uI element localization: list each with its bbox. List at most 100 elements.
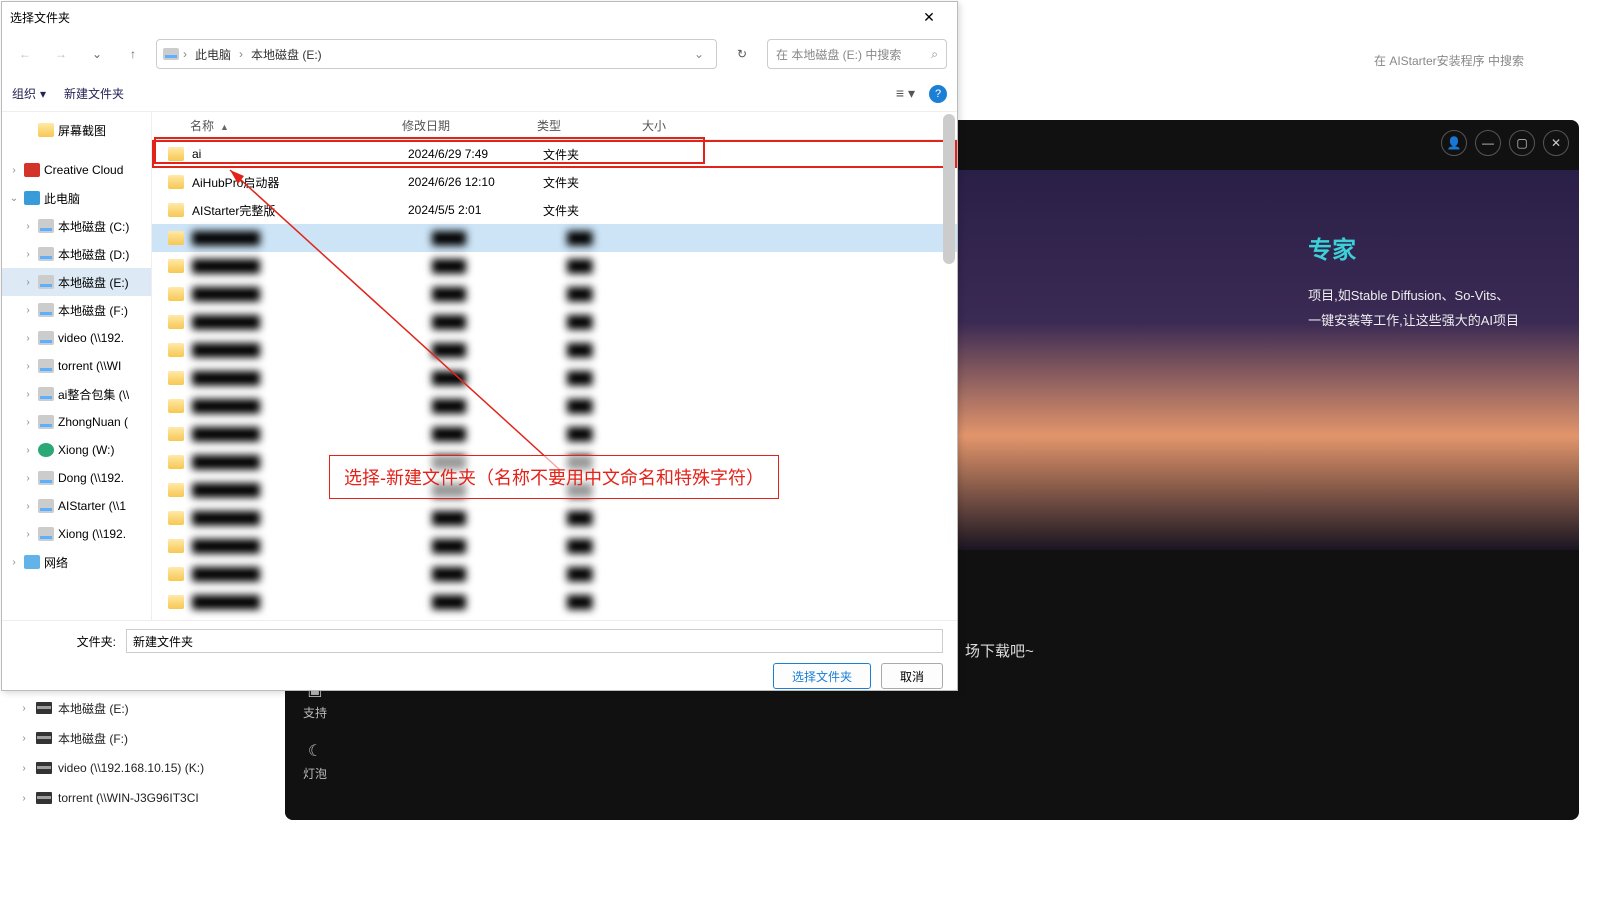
file-row[interactable]: AIStarter完整版 2024/5/5 2:01 文件夹 (152, 196, 957, 224)
column-headers[interactable]: 名称▲ 修改日期 类型 大小 (152, 112, 957, 140)
tree-label: 屏幕截图 (58, 122, 106, 139)
file-row[interactable]: ████████ ████ ███ (152, 504, 957, 532)
tree-item[interactable]: ›本地磁盘 (F:) (2, 296, 151, 324)
refresh-button[interactable]: ↻ (727, 39, 757, 69)
bg-search[interactable]: 在 AIStarter安装程序 中搜索 (1319, 45, 1579, 75)
help-button[interactable]: ? (929, 85, 947, 103)
nav-tree[interactable]: 屏幕截图›Creative Cloud⌄此电脑›本地磁盘 (C:)›本地磁盘 (… (2, 112, 152, 620)
tree-item[interactable]: ›AIStarter (\\1 (2, 492, 151, 520)
lamp-item[interactable]: ☾灯泡 (303, 741, 327, 782)
close-button[interactable]: ✕ (909, 2, 949, 32)
drive-icon (38, 415, 54, 429)
file-row[interactable]: ████████ ████ ███ (152, 308, 957, 336)
file-row[interactable]: ████████ ████ ███ (152, 588, 957, 616)
tree-item[interactable]: ›本地磁盘 (F:) (0, 723, 260, 753)
scroll-thumb[interactable] (943, 114, 955, 264)
file-list[interactable]: 名称▲ 修改日期 类型 大小 ai 2024/6/29 7:49 文件夹 AiH… (152, 112, 957, 620)
tree-item[interactable]: ›Xiong (W:) (2, 436, 151, 464)
drive-icon (38, 303, 54, 317)
maximize-icon[interactable]: ▢ (1509, 130, 1535, 156)
file-row[interactable]: AiHubPro启动器 2024/6/26 12:10 文件夹 (152, 168, 957, 196)
folder-icon (168, 343, 184, 357)
breadcrumb-segment[interactable]: 本地磁盘 (E:) (247, 46, 326, 63)
tree-item[interactable]: ›ZhongNuan ( (2, 408, 151, 436)
address-bar[interactable]: › 此电脑 › 本地磁盘 (E:) ⌄ (156, 39, 717, 69)
file-row[interactable]: ████████ ████ ███ (152, 392, 957, 420)
tree-item[interactable]: › 本地磁盘 (E:) (0, 693, 260, 723)
col-name[interactable]: 名称▲ (152, 117, 392, 134)
chevron-right-icon: › (183, 47, 187, 61)
drive-icon (38, 331, 54, 345)
scrollbar[interactable] (943, 114, 955, 618)
search-icon: ⌕ (931, 47, 938, 62)
tree-label: 本地磁盘 (E:) (58, 700, 129, 717)
file-name: AiHubPro启动器 (192, 174, 408, 191)
chevron-icon: › (22, 417, 34, 428)
file-row[interactable]: ████████ ████ ███ (152, 364, 957, 392)
tree-label: Xiong (\\192. (58, 527, 126, 541)
folder-icon (168, 567, 184, 581)
tree-item[interactable]: ›video (\\192.168.10.15) (K:) (0, 753, 260, 783)
folder-name-input[interactable] (126, 629, 943, 653)
tree-item[interactable]: ›video (\\192. (2, 324, 151, 352)
recent-dropdown[interactable]: ⌄ (84, 41, 110, 67)
cancel-button[interactable]: 取消 (881, 663, 943, 689)
hero-line: 项目,如Stable Diffusion、So-Vits、 (1308, 285, 1519, 304)
col-size[interactable]: 大小 (632, 117, 712, 134)
file-row[interactable]: ████████ ████ ███ (152, 252, 957, 280)
tree-item[interactable]: ›本地磁盘 (E:) (2, 268, 151, 296)
chevron-icon: ⌄ (8, 193, 20, 204)
sort-indicator-icon: ▲ (220, 122, 229, 132)
hero-title: 专家 (1308, 230, 1519, 265)
tree-label: 本地磁盘 (C:) (58, 218, 129, 235)
tree-item[interactable]: ›torrent (\\WIN-J3G96IT3CI (0, 783, 260, 813)
file-row[interactable]: ████████ ████ ███ (152, 336, 957, 364)
new-folder-button[interactable]: 新建文件夹 (64, 85, 124, 102)
tree-label: 本地磁盘 (F:) (58, 730, 128, 747)
tree-item[interactable]: ›网络 (2, 548, 151, 576)
organize-button[interactable]: 组织 ▾ (12, 85, 46, 102)
view-button[interactable]: ≡ ▾ (896, 85, 915, 102)
user-icon[interactable]: 👤 (1441, 130, 1467, 156)
tree-item[interactable]: ›torrent (\\WI (2, 352, 151, 380)
select-folder-button[interactable]: 选择文件夹 (773, 663, 871, 689)
tree-item[interactable]: 屏幕截图 (2, 116, 151, 144)
tree-item[interactable]: ⌄此电脑 (2, 184, 151, 212)
up-button[interactable]: ↑ (120, 41, 146, 67)
tree-item[interactable]: ›Dong (\\192. (2, 464, 151, 492)
chevron-icon: › (18, 703, 30, 714)
file-row[interactable]: ████████ ████ ███ (152, 280, 957, 308)
drive-icon (36, 792, 52, 804)
col-date[interactable]: 修改日期 (392, 117, 527, 134)
folder-icon (38, 123, 54, 137)
tree-item[interactable]: ›本地磁盘 (C:) (2, 212, 151, 240)
tree-item[interactable]: ›本地磁盘 (D:) (2, 240, 151, 268)
nav-bar: ← → ⌄ ↑ › 此电脑 › 本地磁盘 (E:) ⌄ ↻ 在 本地磁盘 (E:… (2, 32, 957, 76)
file-row[interactable]: ████████ ████ ███ (152, 532, 957, 560)
folder-icon (168, 231, 184, 245)
chevron-icon: › (8, 165, 20, 176)
forward-button[interactable]: → (48, 41, 74, 67)
back-button[interactable]: ← (12, 41, 38, 67)
file-row[interactable]: ████████ ████ ███ (152, 420, 957, 448)
drive-icon (38, 275, 54, 289)
chevron-icon: › (22, 361, 34, 372)
address-dropdown[interactable]: ⌄ (688, 47, 710, 61)
chevron-icon: › (22, 249, 34, 260)
drive-icon (38, 387, 54, 401)
close-icon[interactable]: ✕ (1543, 130, 1569, 156)
minimize-icon[interactable]: — (1475, 130, 1501, 156)
tree-item[interactable]: ›Creative Cloud (2, 156, 151, 184)
file-row[interactable]: ████████ ████ ███ (152, 560, 957, 588)
breadcrumb-segment[interactable]: 此电脑 (191, 46, 235, 63)
col-type[interactable]: 类型 (527, 117, 632, 134)
chevron-icon: › (22, 473, 34, 484)
tree-item[interactable]: ›ai整合包集 (\\ (2, 380, 151, 408)
chevron-icon: › (18, 793, 30, 804)
tree-label: AIStarter (\\1 (58, 499, 126, 513)
tree-label: 网络 (44, 554, 68, 571)
search-input[interactable]: 在 本地磁盘 (E:) 中搜索 ⌕ (767, 39, 947, 69)
tree-label: video (\\192.168.10.15) (K:) (58, 761, 204, 775)
file-row[interactable]: ████████ ████ ███ (152, 224, 957, 252)
tree-item[interactable]: ›Xiong (\\192. (2, 520, 151, 548)
